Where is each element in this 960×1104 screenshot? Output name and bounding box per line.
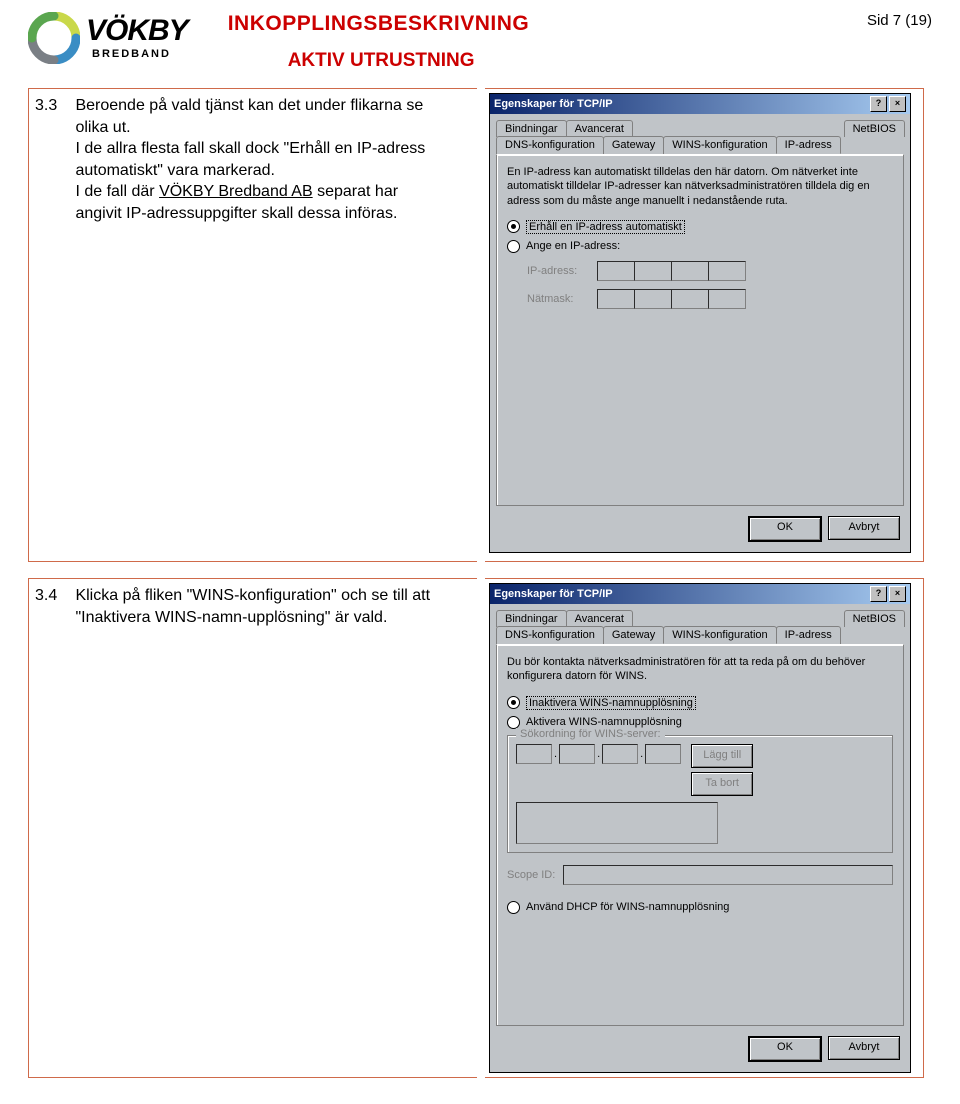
radio-dhcp-wins[interactable] [507,901,520,914]
tab-ip-adress[interactable]: IP-adress [776,136,841,154]
cancel-button[interactable]: Avbryt [828,1036,900,1060]
tab-dns[interactable]: DNS-konfiguration [496,626,604,644]
tab-netbios[interactable]: NetBIOS [844,610,905,627]
doc-header: VÖKBY BREDBAND INKOPPLINGSBESKRIVNING AK… [28,12,932,72]
tab-bindningar[interactable]: Bindningar [496,120,567,137]
wins-description: Du bör kontakta nätverksadministratören … [507,655,893,684]
tab-netbios[interactable]: NetBIOS [844,120,905,137]
wins-server-list[interactable] [516,802,718,844]
ip-description: En IP-adress kan automatiskt tilldelas d… [507,165,893,208]
screenshot-3-3: Egenskaper för TCP/IP ? × Bindningar Ava… [485,88,924,562]
add-button[interactable]: Lägg till [691,744,753,768]
radio-dhcp-wins-label: Använd DHCP för WINS-namnupplösning [526,901,729,913]
help-button[interactable]: ? [870,96,887,112]
wins-server-groupbox: Sökordning för WINS-server: ... Lägg til… [507,735,893,853]
scope-id-input[interactable] [563,865,893,885]
step-3-3-line-a: Beroende på vald tjänst kan det under fl… [75,97,423,136]
netmask-label: Nätmask: [527,293,587,305]
ip-address-label: IP-adress: [527,265,587,277]
close-button[interactable]: × [889,96,906,112]
dialog-titlebar: Egenskaper för TCP/IP ? × [490,584,910,604]
close-button[interactable]: × [889,586,906,602]
scope-id-label: Scope ID: [507,869,555,881]
step-3-3-line-b: I de allra flesta fall skall dock "Erhål… [75,140,425,179]
dialog-title: Egenskaper för TCP/IP [494,588,613,600]
tab-avancerat[interactable]: Avancerat [566,610,633,627]
step-3-3-text: 3.3 Beroende på vald tjänst kan det unde… [28,88,477,562]
radio-disable-wins-label: Inaktivera WINS-namnupplösning [526,696,696,710]
tab-ip-adress[interactable]: IP-adress [776,626,841,644]
ok-button[interactable]: OK [748,516,822,542]
tab-wins[interactable]: WINS-konfiguration [663,136,776,154]
doc-subtitle: AKTIV UTRUSTNING [228,50,867,72]
radio-disable-wins[interactable] [507,696,520,709]
netmask-field[interactable] [597,289,746,309]
radio-manual-ip[interactable] [507,240,520,253]
ip-address-field[interactable] [597,261,746,281]
screenshot-3-4: Egenskaper för TCP/IP ? × Bindningar Ava… [485,578,924,1078]
doc-title: INKOPPLINGSBESKRIVNING [228,12,867,36]
remove-button[interactable]: Ta bort [691,772,753,796]
tab-gateway[interactable]: Gateway [603,626,664,644]
page-number: Sid 7 (19) [867,12,932,29]
step-number: 3.4 [35,585,71,607]
radio-auto-ip[interactable] [507,220,520,233]
tab-bindningar[interactable]: Bindningar [496,610,567,627]
help-button[interactable]: ? [870,586,887,602]
tab-wins[interactable]: WINS-konfiguration [663,626,776,644]
tab-dns[interactable]: DNS-konfiguration [496,136,604,154]
cancel-button[interactable]: Avbryt [828,516,900,540]
step-3-4-text: 3.4 Klicka på fliken "WINS-konfiguration… [28,578,477,1078]
step-3-3-line-c-pre: I de fall där [75,183,159,200]
logo-swirl-icon [28,12,80,64]
groupbox-title: Sökordning för WINS-server: [516,728,665,740]
logo: VÖKBY BREDBAND [28,12,188,64]
tab-gateway[interactable]: Gateway [603,136,664,154]
step-number: 3.3 [35,95,71,117]
radio-enable-wins-label: Aktivera WINS-namnupplösning [526,716,682,728]
tab-avancerat[interactable]: Avancerat [566,120,633,137]
logo-subtitle: BREDBAND [92,48,188,60]
dialog-title: Egenskaper för TCP/IP [494,98,613,110]
vokby-link[interactable]: VÖKBY Bredband AB [159,183,313,200]
radio-manual-ip-label: Ange en IP-adress: [526,240,620,252]
ok-button[interactable]: OK [748,1036,822,1062]
radio-auto-ip-label: Erhåll en IP-adress automatiskt [526,220,685,234]
logo-name: VÖKBY [86,16,188,46]
wins-server-input[interactable]: ... [516,744,681,764]
dialog-titlebar: Egenskaper för TCP/IP ? × [490,94,910,114]
step-3-4-body: Klicka på fliken "WINS-konfiguration" oc… [75,585,445,628]
